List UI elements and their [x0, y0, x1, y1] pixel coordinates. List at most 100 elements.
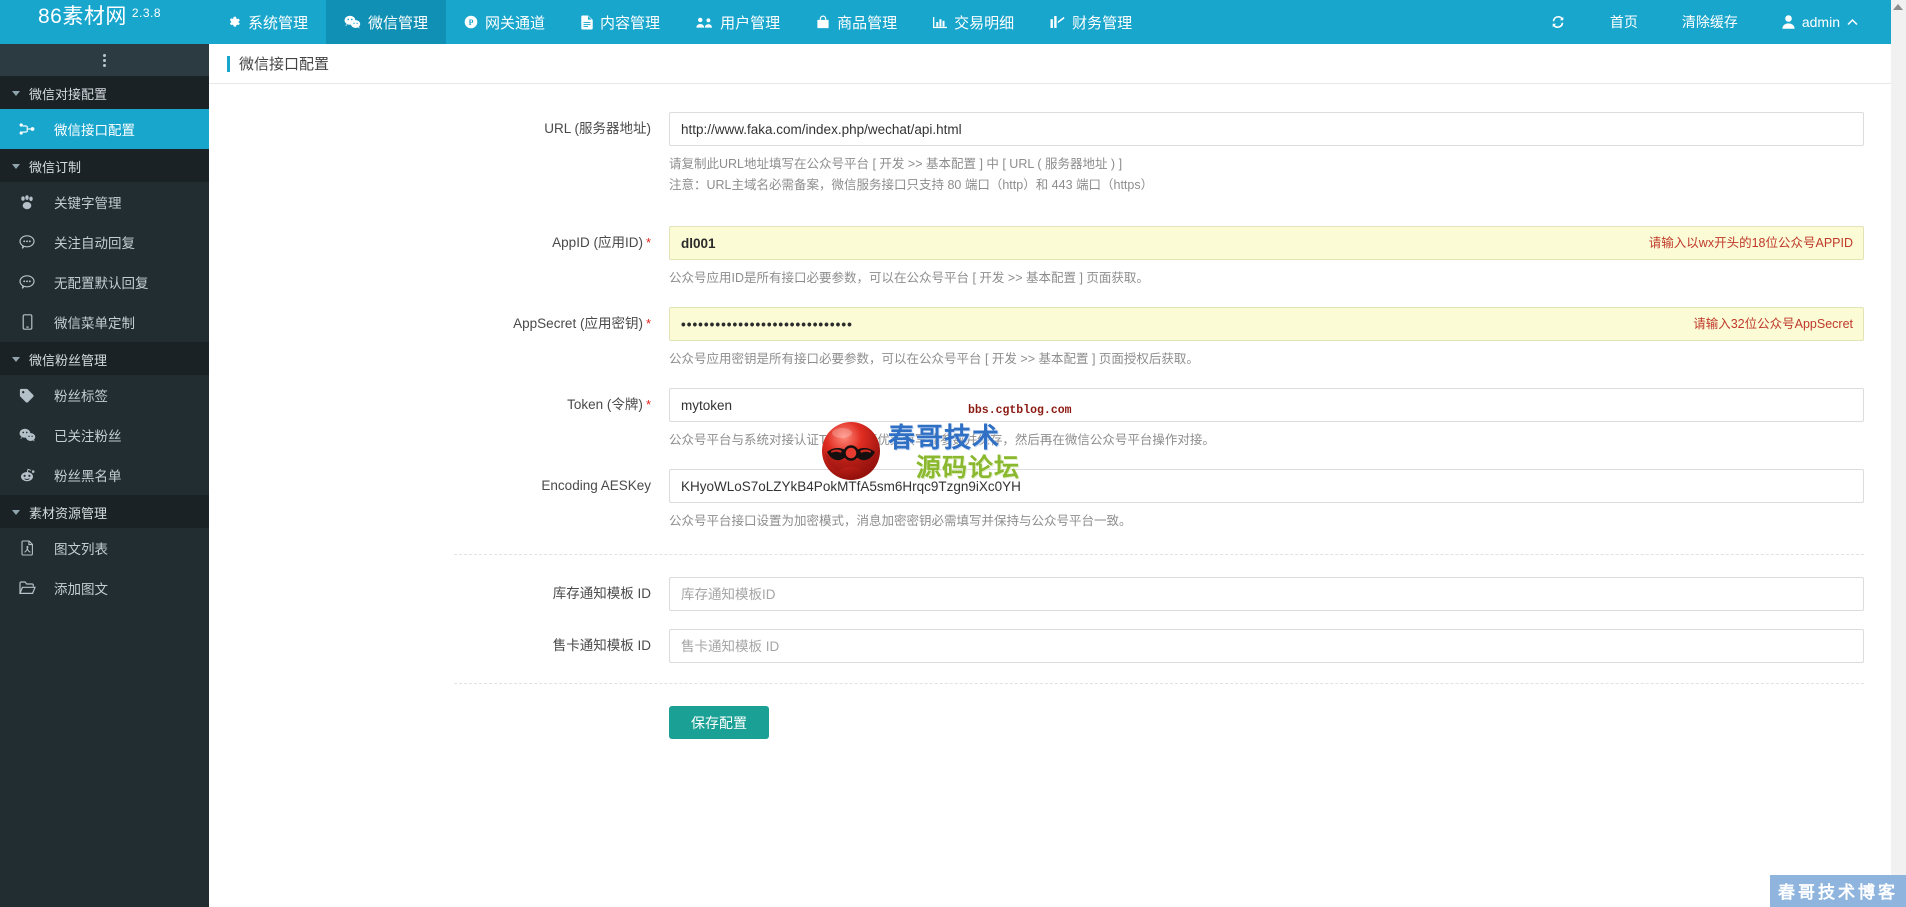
nav-item-label: 网关通道: [485, 14, 546, 32]
brand-version: 2.3.8: [131, 6, 162, 20]
sidebar-item-add-article[interactable]: 添加图文: [0, 568, 209, 608]
sidebar-item-fan-tags[interactable]: 粉丝标签: [0, 375, 209, 415]
main-content: 微信接口配置 URL (服务器地址) 请复制此URL地址填写在公众号平台 [ 开…: [209, 44, 1906, 907]
card-template-label: 售卡通知模板 ID: [552, 638, 651, 653]
sidebar-toggle[interactable]: [0, 44, 209, 76]
save-config-button[interactable]: 保存配置: [669, 706, 769, 739]
finance-icon: [1050, 15, 1065, 29]
sidebar-group-wechat-custom[interactable]: 微信订制: [0, 149, 209, 182]
sidebar-group-fans-management[interactable]: 微信粉丝管理: [0, 342, 209, 375]
appid-input[interactable]: [669, 226, 1864, 260]
nav-item-label: 内容管理: [600, 14, 661, 32]
form-row-card-template: 售卡通知模板 ID: [209, 629, 1906, 663]
sidebar-group-label: 微信订制: [29, 159, 82, 175]
sidebar-item-label: 粉丝黑名单: [54, 469, 122, 484]
nav-item-products[interactable]: 商品管理: [798, 0, 915, 44]
sidebar: 微信对接配置 微信接口配置 微信订制 关键字管理 关注自动回复 无配置默认回复 …: [0, 44, 209, 907]
sidebar-item-label: 添加图文: [54, 582, 108, 597]
user-icon: [1782, 15, 1795, 29]
url-help-line2: 注意：URL主域名必需备案，微信服务接口只支持 80 端口（http）和 443…: [669, 178, 1154, 192]
users-icon: [696, 16, 713, 29]
caret-down-icon: [12, 163, 20, 169]
form-row-url: URL (服务器地址) 请复制此URL地址填写在公众号平台 [ 开发 >> 基本…: [209, 112, 1906, 196]
comment-icon: [18, 235, 36, 249]
home-link[interactable]: 首页: [1588, 0, 1660, 44]
wechat-config-form: URL (服务器地址) 请复制此URL地址填写在公众号平台 [ 开发 >> 基本…: [209, 84, 1906, 739]
user-menu[interactable]: admin: [1760, 0, 1880, 44]
appsecret-label: AppSecret (应用密钥) *: [209, 307, 669, 341]
wechat-icon: [344, 15, 361, 29]
nav-item-label: 财务管理: [1072, 14, 1133, 32]
home-label: 首页: [1609, 14, 1638, 30]
form-actions: 保存配置: [209, 706, 1906, 739]
nav-items: 系统管理 微信管理 P 网关通道 内容管理 用户管理 商品管理 交易明细 财务管…: [209, 0, 1150, 44]
card-template-input[interactable]: [669, 629, 1864, 663]
sidebar-item-followed-fans[interactable]: 已关注粉丝: [0, 415, 209, 455]
form-row-aeskey: Encoding AESKey 公众号平台接口设置为加密模式，消息加密密钥必需填…: [209, 469, 1906, 532]
mobile-icon: [18, 314, 36, 330]
sidebar-item-label: 无配置默认回复: [54, 276, 149, 291]
payment-icon: P: [464, 15, 478, 29]
sidebar-group-material-management[interactable]: 素材资源管理: [0, 495, 209, 528]
aeskey-input[interactable]: [669, 469, 1864, 503]
aeskey-help: 公众号平台接口设置为加密模式，消息加密密钥必需填写并保持与公众号平台一致。: [669, 514, 1132, 528]
required-marker: *: [645, 235, 651, 250]
bar-chart-icon: [933, 16, 948, 29]
sidebar-item-label: 图文列表: [54, 542, 108, 557]
sidebar-item-wechat-interface-config[interactable]: 微信接口配置: [0, 109, 209, 149]
sidebar-item-label: 关键字管理: [54, 196, 122, 211]
paw-icon: [18, 194, 36, 210]
sidebar-item-follow-autoreply[interactable]: 关注自动回复: [0, 222, 209, 262]
svg-text:P: P: [469, 18, 474, 27]
brand-name: 86素材网: [38, 5, 127, 28]
refresh-button[interactable]: [1528, 0, 1588, 44]
appsecret-help: 公众号应用密钥是所有接口必要参数，可以在公众号平台 [ 开发 >> 基本配置 ]…: [669, 352, 1199, 366]
appsecret-input[interactable]: [669, 307, 1864, 341]
sidebar-item-wechat-menu[interactable]: 微信菜单定制: [0, 302, 209, 342]
folder-open-icon: [18, 581, 36, 595]
section-divider-1: [454, 554, 1864, 555]
clear-cache-label: 清除缓存: [1681, 14, 1738, 30]
required-marker: *: [645, 397, 651, 412]
nav-item-users[interactable]: 用户管理: [678, 0, 798, 44]
appid-label: AppID (应用ID) *: [209, 226, 669, 260]
form-row-appsecret: AppSecret (应用密钥)* 请输入32位公众号AppSecret 公众号…: [209, 307, 1906, 370]
form-row-appid: AppID (应用ID)* 请输入以wx开头的18位公众号APPID 公众号应用…: [209, 226, 1906, 289]
nav-item-finance[interactable]: 财务管理: [1032, 0, 1150, 44]
form-row-stock-template: 库存通知模板 ID: [209, 577, 1906, 611]
scroll-up-arrow-icon[interactable]: [1893, 4, 1903, 10]
section-divider-2: [454, 683, 1864, 684]
clear-cache-button[interactable]: 清除缓存: [1660, 0, 1760, 44]
nav-item-wechat[interactable]: 微信管理: [326, 0, 447, 44]
brand-logo[interactable]: 86素材网 2.3.8: [0, 0, 209, 44]
sidebar-item-label: 粉丝标签: [54, 389, 108, 404]
aeskey-label: Encoding AESKey: [541, 478, 651, 493]
token-input[interactable]: [669, 388, 1864, 422]
url-input[interactable]: [669, 112, 1864, 146]
sidebar-item-keyword-management[interactable]: 关键字管理: [0, 182, 209, 222]
nav-item-label: 用户管理: [720, 14, 781, 32]
nav-item-system[interactable]: 系统管理: [209, 0, 326, 44]
tag-icon: [18, 388, 36, 403]
nav-item-content[interactable]: 内容管理: [563, 0, 678, 44]
sidebar-item-label: 已关注粉丝: [54, 429, 122, 444]
sidebar-item-label: 关注自动回复: [54, 236, 135, 251]
caret-down-icon: [12, 509, 20, 515]
nav-item-gateway[interactable]: P 网关通道: [446, 0, 563, 44]
page-title-bar: 微信接口配置: [209, 44, 1906, 84]
sidebar-item-label: 微信接口配置: [54, 123, 135, 138]
sidebar-group-label: 素材资源管理: [29, 505, 108, 521]
stock-template-label: 库存通知模板 ID: [552, 586, 651, 601]
sidebar-item-article-list[interactable]: 图文列表: [0, 528, 209, 568]
sidebar-item-fan-blacklist[interactable]: 粉丝黑名单: [0, 455, 209, 495]
sidebar-item-default-reply[interactable]: 无配置默认回复: [0, 262, 209, 302]
token-label: Token (令牌) *: [209, 388, 669, 422]
appsecret-label-text: AppSecret (应用密钥): [513, 316, 643, 331]
refresh-icon: [1550, 14, 1566, 30]
stock-template-input[interactable]: [669, 577, 1864, 611]
sidebar-group-wechat-config[interactable]: 微信对接配置: [0, 76, 209, 109]
nav-item-transactions[interactable]: 交易明细: [915, 0, 1032, 44]
page-scrollbar[interactable]: [1891, 0, 1906, 907]
bag-icon: [816, 15, 830, 29]
required-marker: *: [645, 316, 651, 331]
